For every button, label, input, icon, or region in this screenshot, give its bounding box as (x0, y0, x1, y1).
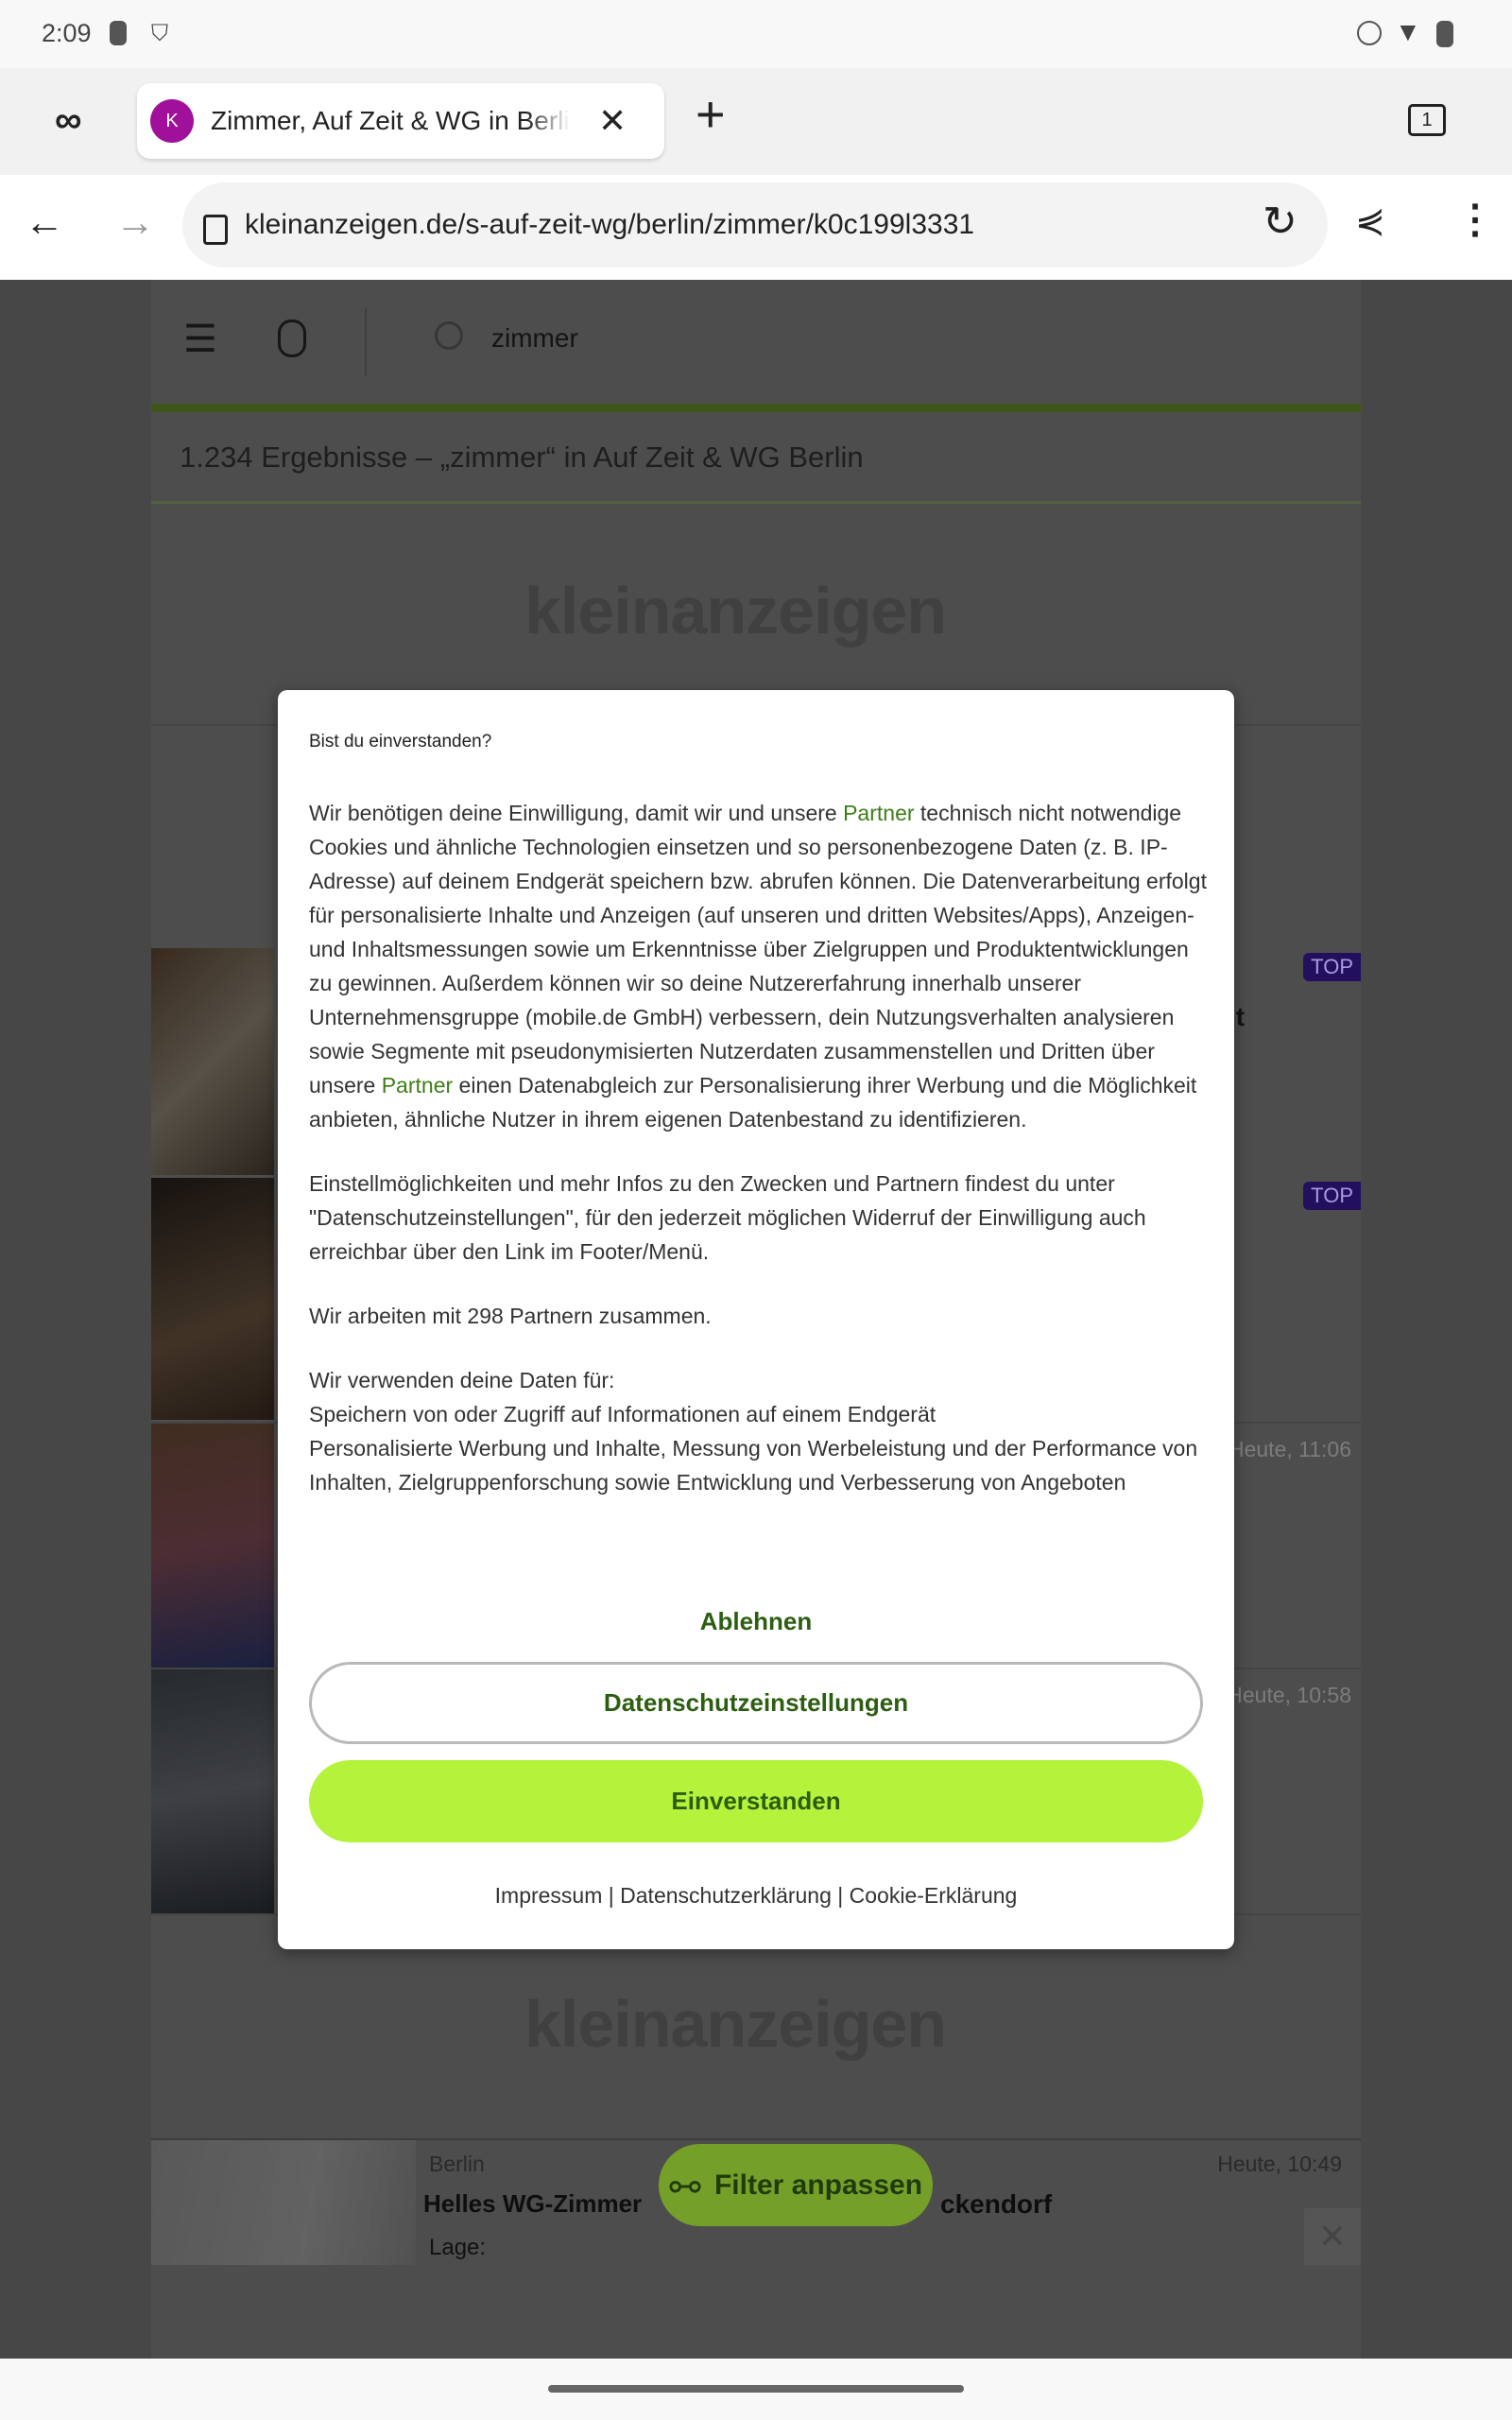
dnd-icon (1357, 21, 1382, 45)
lock-icon[interactable] (203, 215, 228, 245)
hand-icon (1436, 21, 1453, 47)
listing-title-end[interactable]: ckendorf (940, 2189, 1052, 2220)
accept-button[interactable]: Einverstanden (309, 1760, 1203, 1842)
new-tab-icon[interactable]: + (696, 85, 726, 144)
listing-image[interactable] (151, 2140, 416, 2265)
incognito-icon[interactable]: ∞ (55, 101, 82, 139)
imprint-link[interactable]: Impressum (495, 1883, 603, 1908)
listing-location: Berlin (429, 2152, 485, 2176)
tab-switcher-button[interactable]: 1 (1408, 104, 1446, 136)
partner-link[interactable]: Partner (843, 801, 914, 825)
close-tab-icon[interactable]: ✕ (598, 101, 627, 141)
forward-icon[interactable]: → (115, 199, 155, 245)
privacy-policy-link[interactable]: Datenschutzerklärung (620, 1883, 832, 1908)
hand-icon (110, 21, 127, 45)
top-badge: TOP (1303, 1182, 1361, 1210)
favicon: K (150, 99, 194, 143)
divider (365, 308, 367, 376)
listing-image[interactable] (151, 1669, 274, 1913)
tab-active[interactable]: K Zimmer, Auf Zeit & WG in Berlin ✕ (137, 83, 664, 159)
status-bar: 2:09 ⛉ ▼ (0, 0, 1512, 68)
decline-button[interactable]: Ablehnen (309, 1593, 1203, 1650)
system-nav-bar (0, 2359, 1512, 2420)
listing-title[interactable]: Helles WG-Zimmer (423, 2189, 642, 2219)
top-badge: TOP (1303, 953, 1361, 981)
divider (151, 501, 1361, 504)
vpn-shield-icon: ⛉ (151, 21, 168, 46)
consent-paragraph: Wir benötigen deine Einwilligung, damit … (309, 796, 1207, 1136)
filter-button[interactable]: ⧟ Filter anpassen (659, 2144, 933, 2226)
purpose-item: Personalisierte Werbung und Inhalte, Mes… (309, 1436, 1198, 1495)
listing-label: Lage: (429, 2235, 487, 2260)
results-heading: 1.234 Ergebnisse – „zimmer“ in Auf Zeit … (180, 441, 864, 474)
kleinanzeigen-logo: kleinanzeigen (524, 1987, 947, 2061)
purposes-heading: Wir verwenden deine Daten für: (309, 1368, 615, 1392)
partner-link[interactable]: Partner (382, 1073, 453, 1098)
gesture-handle[interactable] (548, 2385, 964, 2393)
cookie-policy-link[interactable]: Cookie-Erklärung (850, 1883, 1018, 1908)
back-icon[interactable]: ← (25, 199, 64, 245)
footer-links: Impressum | Datenschutzerklärung | Cooki… (278, 1883, 1234, 1909)
dialog-title: Bist du einverstanden? (309, 732, 492, 752)
text: technisch nicht notwendige Cookies und ä… (309, 801, 1207, 1098)
search-input[interactable]: zimmer (491, 323, 578, 354)
reload-icon[interactable]: ↻ (1263, 198, 1297, 246)
share-icon[interactable]: ⋞ (1355, 199, 1385, 242)
url-text[interactable]: kleinanzeigen.de/s-auf-zeit-wg/berlin/zi… (245, 209, 974, 241)
listing-time: Heute, 11:06 (1228, 1437, 1351, 1461)
purposes: Wir verwenden deine Daten für: Speichern … (309, 1363, 1207, 1499)
tab-title: Zimmer, Auf Zeit & WG in Berlin (211, 106, 570, 135)
tab-strip: ∞ K Zimmer, Auf Zeit & WG in Berlin ✕ + … (0, 68, 1512, 175)
sliders-icon: ⧟ (668, 2167, 701, 2203)
logo-icon[interactable] (278, 320, 306, 357)
purpose-item: Speichern von oder Zugriff auf Informati… (309, 1402, 936, 1426)
search-icon[interactable] (435, 321, 463, 350)
separator: | (602, 1883, 621, 1908)
more-menu-icon[interactable]: ⋮ (1455, 196, 1495, 242)
hamburger-menu-icon[interactable]: ☰ (183, 318, 217, 361)
settings-paragraph: Einstellmöglichkeiten und mehr Infos zu … (309, 1171, 1146, 1264)
privacy-settings-button[interactable]: Datenschutzeinstellungen (309, 1662, 1203, 1744)
listing-image[interactable] (151, 1424, 274, 1668)
listing-image[interactable] (151, 1178, 274, 1420)
kleinanzeigen-logo: kleinanzeigen (524, 574, 947, 648)
listing-image[interactable] (151, 948, 274, 1175)
partners-count: Wir arbeiten mit 298 Partnern zusammen. (309, 1304, 712, 1328)
consent-dialog: Bist du einverstanden? Wir benötigen dei… (278, 690, 1234, 1949)
clock: 2:09 (42, 19, 92, 47)
listing-time: Heute, 10:58 (1227, 1683, 1351, 1707)
address-bar[interactable]: kleinanzeigen.de/s-auf-zeit-wg/berlin/zi… (182, 182, 1328, 268)
listing-time: Heute, 10:49 (1217, 2152, 1342, 2176)
browser-toolbar: ← → kleinanzeigen.de/s-auf-zeit-wg/berli… (0, 175, 1512, 280)
text: Wir benötigen deine Einwilligung, damit … (309, 801, 844, 825)
close-icon[interactable]: ✕ (1304, 2208, 1361, 2265)
wifi-icon: ▼ (1395, 17, 1421, 46)
accent-bar (151, 404, 1361, 412)
dialog-body: Wir benötigen deine Einwilligung, damit … (309, 796, 1207, 1530)
filter-label: Filter anpassen (713, 2169, 923, 2201)
separator: | (831, 1883, 850, 1908)
